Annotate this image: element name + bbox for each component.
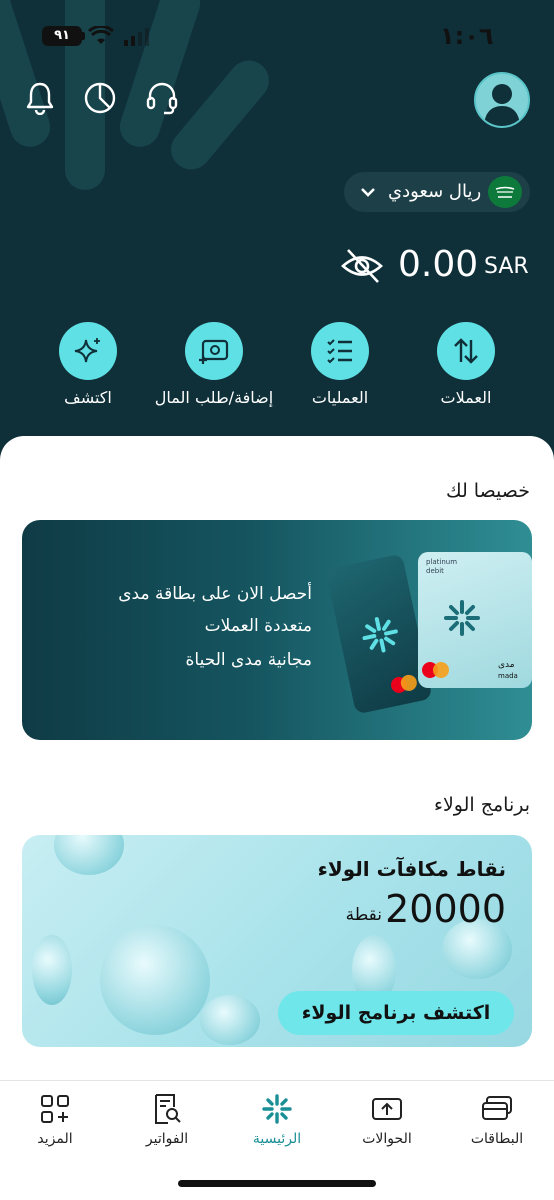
action-label: العمليات — [311, 388, 369, 407]
card-image-back — [325, 553, 433, 715]
home-indicator — [178, 1180, 376, 1187]
tab-bills[interactable]: الفواتير — [122, 1093, 212, 1153]
notifications-button[interactable] — [20, 78, 60, 118]
status-time: ١:٠٦ — [440, 22, 494, 50]
tab-label: البطاقات — [470, 1131, 524, 1147]
profile-avatar[interactable] — [474, 72, 530, 128]
action-label: اكتشف — [64, 388, 112, 407]
more-grid-icon — [39, 1093, 71, 1125]
balance-display: 0.00 SAR — [340, 238, 530, 294]
card-logo-icon — [362, 617, 398, 653]
eye-off-icon[interactable] — [340, 246, 384, 286]
tab-cards[interactable]: البطاقات — [452, 1093, 542, 1153]
status-bar: ٩١ ١:٠٦ — [0, 0, 554, 60]
battery-indicator: ٩١ — [42, 26, 82, 46]
balance-currency: SAR — [484, 254, 529, 279]
chevron-down-icon — [361, 188, 375, 197]
currency-label: ريال سعودي — [388, 181, 482, 202]
currency-selector[interactable]: ريال سعودي — [344, 172, 530, 212]
bills-icon — [151, 1093, 183, 1125]
user-silhouette-icon — [484, 84, 520, 126]
multi-currency-card-promo[interactable]: platinum debit مدى mada أحصل الان على بط… — [22, 520, 532, 740]
battery-tip — [82, 32, 85, 40]
action-label: العملات — [440, 388, 492, 407]
transfers-icon — [371, 1093, 403, 1125]
loyalty-title: نقاط مكافآت الولاء — [317, 857, 506, 881]
coin-decoration — [32, 935, 72, 1005]
tab-label: الحوالات — [362, 1131, 412, 1147]
action-currencies[interactable]: العملات — [396, 322, 536, 422]
tab-label: الرئيسية — [252, 1131, 302, 1147]
tab-transfers[interactable]: الحوالات — [342, 1093, 432, 1153]
discover-action-circle — [59, 322, 117, 380]
loyalty-points-unit: نقطة — [345, 905, 382, 925]
card-label-debit: debit — [426, 567, 444, 575]
card-image-front: platinum debit مدى mada — [418, 552, 532, 688]
pie-chart-icon — [84, 82, 116, 114]
card-logo-icon — [444, 600, 480, 636]
support-button[interactable] — [142, 78, 182, 118]
add-money-icon — [199, 339, 229, 364]
loyalty-points-card[interactable]: نقاط مكافآت الولاء 20000 نقطة اكتشف برنا… — [22, 835, 532, 1047]
mastercard-logo-back — [389, 673, 419, 695]
mada-logo-text: مدى — [498, 660, 515, 670]
currency-action-circle — [437, 322, 495, 380]
action-label: إضافة/طلب المال — [154, 388, 274, 407]
spending-analytics-button[interactable] — [80, 78, 120, 118]
balance-amount: 0.00 — [398, 244, 479, 285]
tab-label: المزيد — [37, 1131, 73, 1147]
signal-icon — [124, 28, 149, 46]
action-discover[interactable]: اكتشف — [18, 322, 158, 422]
tab-home[interactable]: الرئيسية — [232, 1093, 322, 1153]
header-area: ٩١ ١:٠٦ ريال سعودي 0.00 SAR العملات العم… — [0, 0, 554, 470]
home-logo-icon — [261, 1093, 293, 1125]
mastercard-logo — [422, 662, 450, 678]
sparkles-icon — [74, 338, 100, 363]
action-transactions[interactable]: العمليات — [270, 322, 410, 422]
coin-decoration — [54, 835, 124, 875]
checklist-icon — [327, 339, 352, 364]
tab-more[interactable]: المزيد — [10, 1093, 100, 1153]
promo-line-3: مجانية مدى الحياة — [185, 650, 312, 670]
headset-icon — [146, 82, 178, 115]
promo-line-2: متعددة العملات — [204, 616, 312, 636]
for-you-title: خصيصا لك — [445, 480, 530, 502]
card-label-platinum: platinum — [426, 558, 458, 566]
coin-decoration — [100, 925, 210, 1035]
bell-icon — [26, 82, 54, 115]
wifi-icon — [88, 26, 114, 44]
action-add-request-money[interactable]: إضافة/طلب المال — [144, 322, 284, 422]
loyalty-section-title: برنامج الولاء — [434, 794, 530, 816]
swap-vertical-icon — [454, 338, 478, 364]
money-action-circle — [185, 322, 243, 380]
mada-logo-latin: mada — [498, 672, 518, 680]
cards-icon — [481, 1093, 513, 1125]
coin-decoration — [200, 995, 260, 1045]
transactions-action-circle — [311, 322, 369, 380]
promo-line-1: أحصل الان على بطاقة مدى — [118, 584, 312, 604]
saudi-flag-icon — [488, 176, 522, 208]
loyalty-points-value: 20000 — [385, 887, 506, 931]
discover-loyalty-button[interactable]: اكتشف برنامج الولاء — [278, 991, 514, 1035]
tab-label: الفواتير — [145, 1131, 189, 1147]
